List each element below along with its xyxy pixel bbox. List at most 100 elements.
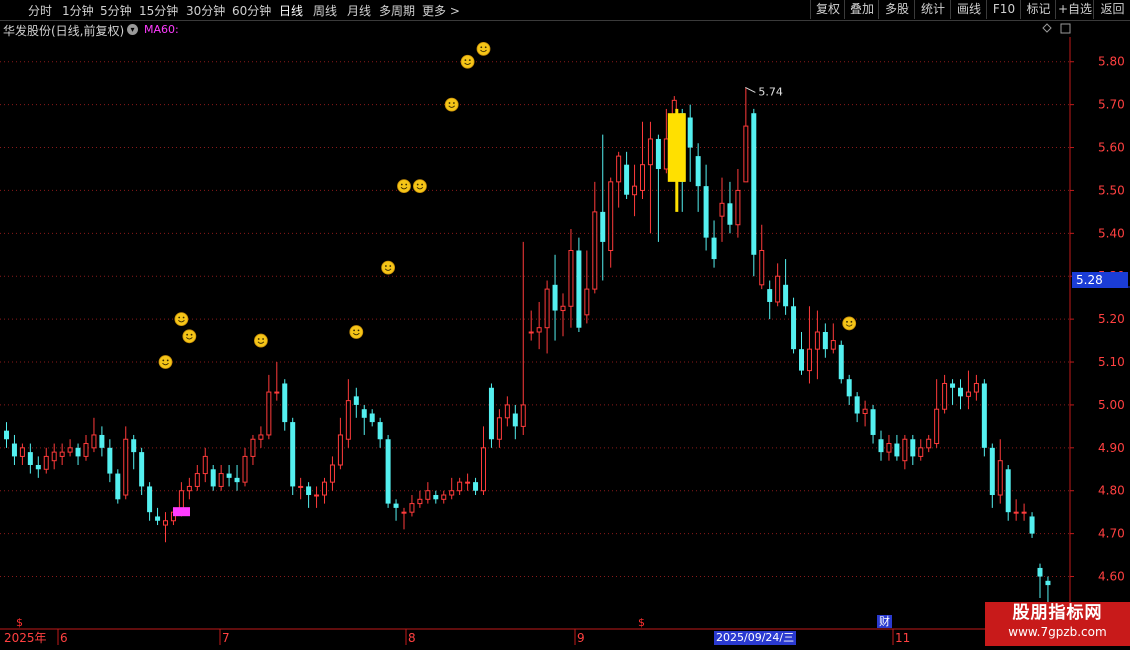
candle[interactable] [274, 362, 280, 401]
candle[interactable] [441, 490, 447, 504]
candle[interactable] [250, 434, 256, 465]
candle[interactable] [337, 417, 343, 470]
candle[interactable] [226, 464, 232, 487]
candle[interactable] [655, 134, 661, 242]
toolbar-button-5[interactable]: F10 [986, 0, 1021, 19]
candle[interactable] [385, 434, 391, 508]
candle[interactable] [361, 404, 367, 435]
candle[interactable] [369, 409, 375, 427]
period-6[interactable]: 日线 [279, 2, 303, 19]
candle[interactable] [830, 323, 836, 354]
candle[interactable] [290, 417, 296, 496]
candle[interactable] [107, 439, 113, 483]
candle[interactable] [592, 181, 598, 294]
candle[interactable] [751, 108, 757, 277]
period-5[interactable]: 60分钟 [232, 2, 271, 19]
candle[interactable] [806, 306, 812, 384]
candle[interactable] [131, 434, 137, 470]
candle[interactable] [576, 237, 582, 332]
period-3[interactable]: 15分钟 [139, 2, 178, 19]
candle[interactable] [783, 259, 789, 315]
candle[interactable] [202, 447, 208, 483]
toolbar-button-6[interactable]: 标记 [1020, 0, 1056, 19]
candle[interactable] [584, 250, 590, 324]
candle[interactable] [234, 464, 240, 491]
candle[interactable] [115, 469, 121, 504]
candle[interactable] [536, 301, 542, 350]
candle[interactable] [329, 456, 335, 491]
candle[interactable] [791, 297, 797, 354]
candle[interactable] [846, 374, 852, 405]
candle[interactable] [194, 464, 200, 491]
candle[interactable] [433, 490, 439, 504]
candle[interactable] [298, 477, 304, 500]
toolbar-button-3[interactable]: 统计 [914, 0, 951, 19]
candle[interactable] [719, 177, 725, 242]
candle[interactable] [647, 121, 653, 234]
toolbar-button-0[interactable]: 复权 [810, 0, 845, 19]
kline-chart[interactable]: 5.805.705.605.505.405.305.205.105.004.90… [0, 0, 1130, 650]
candle[interactable] [799, 332, 804, 375]
candle[interactable] [377, 417, 383, 448]
candle[interactable] [417, 490, 423, 508]
candle[interactable] [75, 443, 81, 465]
candle[interactable] [282, 379, 288, 431]
toolbar-button-4[interactable]: 画线 [950, 0, 987, 19]
candle[interactable] [99, 426, 105, 457]
candle[interactable] [624, 151, 630, 200]
candle[interactable] [457, 477, 463, 496]
candle[interactable] [123, 426, 129, 500]
candle[interactable] [973, 374, 979, 401]
candle[interactable] [663, 108, 669, 174]
candle[interactable] [950, 379, 956, 405]
chevron-down-icon[interactable]: ▾ [127, 24, 138, 35]
candle[interactable] [1021, 503, 1027, 521]
candle[interactable] [258, 426, 264, 448]
candle[interactable] [504, 396, 510, 427]
candle[interactable] [989, 443, 995, 508]
finance-tag[interactable]: 财 [877, 615, 892, 628]
candle[interactable] [687, 104, 693, 182]
candle[interactable] [727, 181, 733, 234]
toolbar-button-7[interactable]: +自选 [1055, 0, 1094, 19]
candle[interactable] [544, 280, 550, 354]
candle[interactable] [393, 499, 399, 521]
candle[interactable] [822, 323, 828, 358]
candle[interactable] [266, 374, 272, 440]
candle[interactable] [918, 439, 924, 461]
candle[interactable] [306, 482, 312, 508]
candle[interactable] [11, 434, 17, 465]
candle[interactable] [608, 177, 614, 268]
candle[interactable] [481, 426, 486, 496]
candle[interactable] [425, 482, 431, 504]
period-2[interactable]: 5分钟 [100, 2, 132, 19]
period-8[interactable]: 月线 [347, 2, 371, 19]
candle[interactable] [67, 439, 73, 457]
candle[interactable] [743, 87, 749, 183]
candle[interactable] [210, 464, 216, 491]
period-4[interactable]: 30分钟 [186, 2, 225, 19]
candle[interactable] [155, 507, 161, 526]
candle[interactable] [894, 434, 900, 461]
period-10[interactable]: 更多 > [422, 2, 460, 19]
candle[interactable] [242, 447, 248, 487]
candle[interactable] [735, 168, 741, 238]
toolbar-button-8[interactable]: 返回 [1093, 0, 1130, 19]
candle[interactable] [767, 280, 773, 320]
candle[interactable] [353, 387, 359, 418]
candle[interactable] [759, 224, 765, 290]
candle[interactable] [59, 443, 65, 465]
toolbar-button-1[interactable]: 叠加 [844, 0, 879, 19]
candle[interactable] [496, 409, 502, 448]
candle[interactable] [568, 229, 574, 328]
candle[interactable] [958, 379, 963, 410]
period-7[interactable]: 周线 [313, 2, 337, 19]
candle[interactable] [218, 464, 224, 491]
candle[interactable] [19, 443, 25, 465]
candle[interactable] [83, 434, 89, 461]
candle[interactable] [552, 254, 558, 341]
candle[interactable] [449, 477, 455, 500]
candle[interactable] [43, 447, 49, 474]
candle[interactable] [981, 379, 987, 457]
toolbar-button-2[interactable]: 多股 [878, 0, 915, 19]
